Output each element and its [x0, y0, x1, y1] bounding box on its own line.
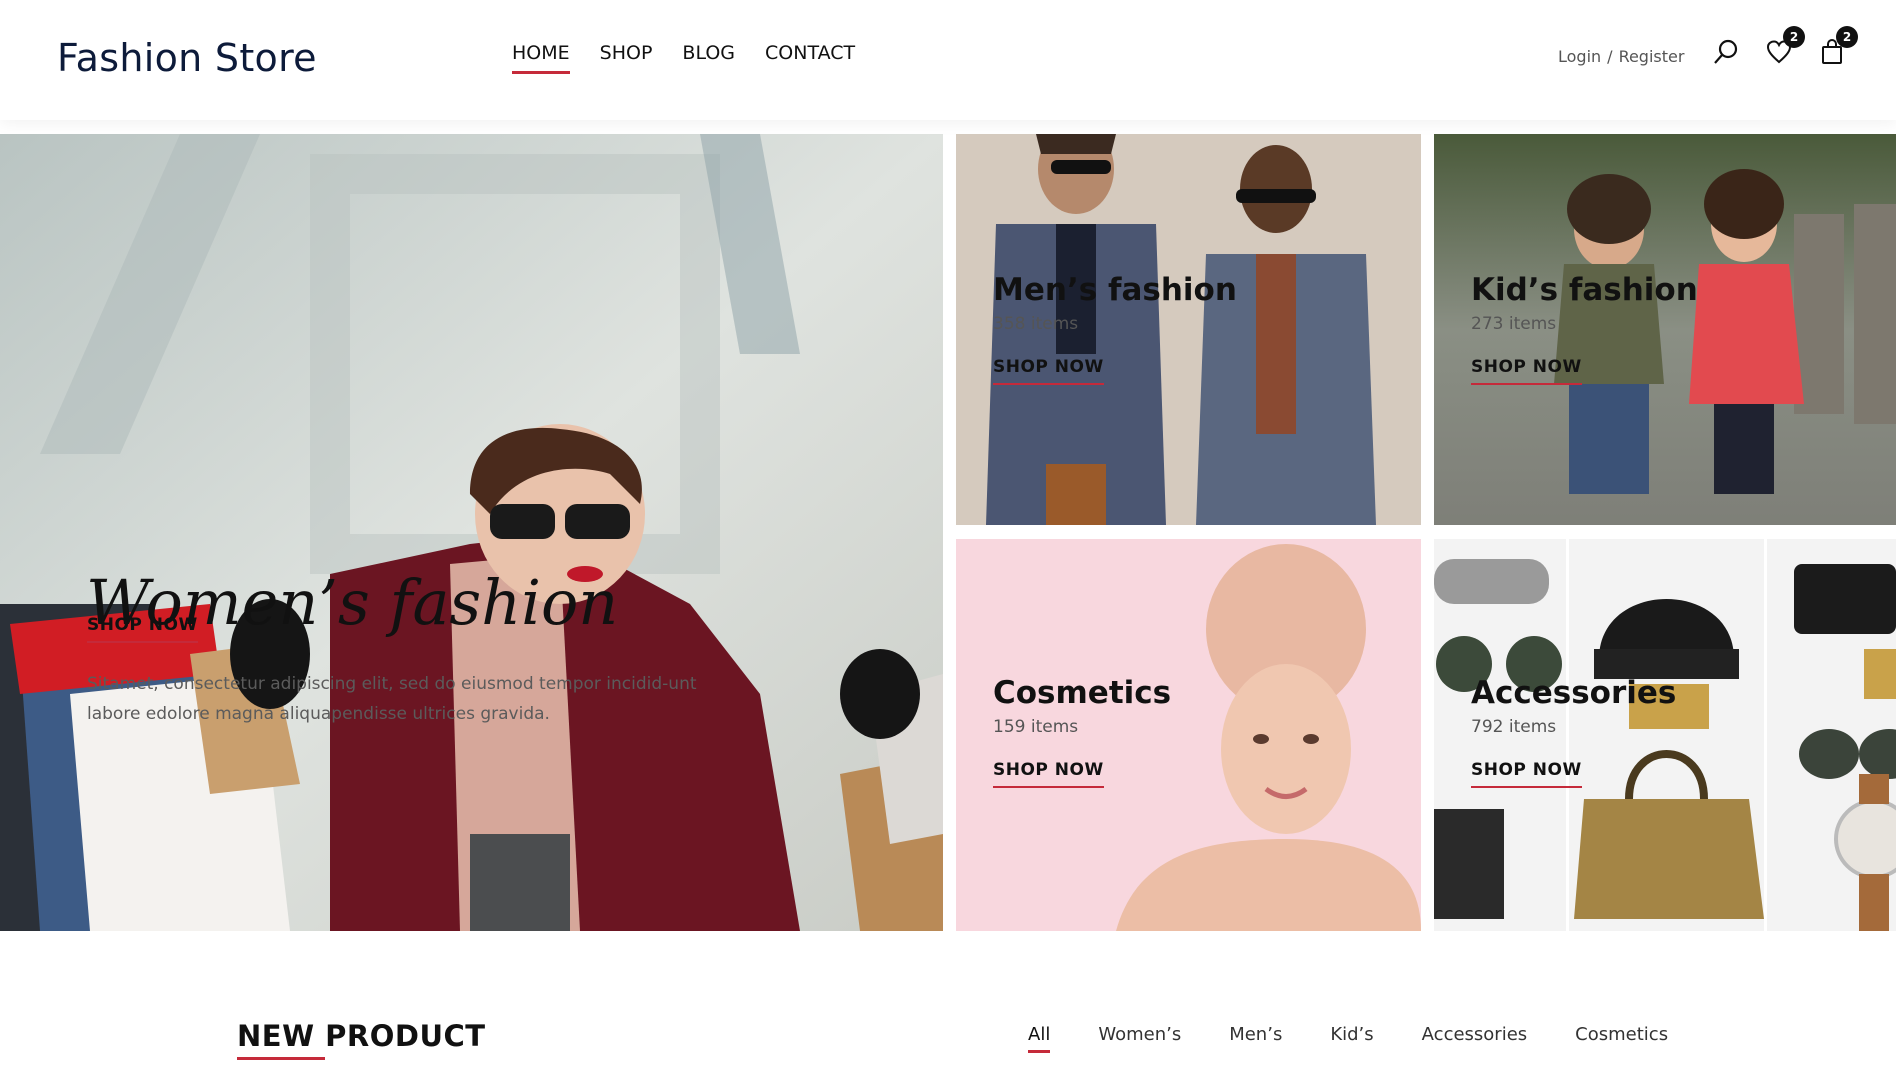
filter-kids[interactable]: Kid’s	[1330, 1024, 1373, 1053]
mens-shop-now-link[interactable]: SHOP NOW	[993, 357, 1104, 385]
banner-kids-fashion: Kid’s fashion 273 items SHOP NOW	[1434, 134, 1896, 525]
filter-cosmetics[interactable]: Cosmetics	[1575, 1024, 1668, 1053]
accessories-item-count: 792 items	[1471, 717, 1557, 737]
banner-accessories: Accessories 792 items SHOP NOW	[1434, 539, 1896, 931]
wishlist-button[interactable]: 2	[1765, 26, 1805, 68]
womens-shop-now-link[interactable]: SHOP NOW	[87, 615, 198, 643]
nav-home[interactable]: HOME	[512, 42, 570, 74]
cosmetics-title: Cosmetics	[993, 675, 1172, 711]
kids-fashion-title: Kid’s fashion	[1471, 272, 1698, 308]
kids-shop-now-link[interactable]: SHOP NOW	[1471, 357, 1582, 385]
banner-womens-fashion: Women’s fashion Sitamet, consectetur adi…	[0, 134, 943, 931]
new-product-heading: NEW PRODUCT	[237, 1019, 486, 1053]
filter-womens[interactable]: Women’s	[1098, 1024, 1181, 1053]
banner-cosmetics: Cosmetics 159 items SHOP NOW	[956, 539, 1421, 931]
login-link[interactable]: Login	[1558, 47, 1601, 66]
site-header: Fashion Store HOME SHOP BLOG CONTACT Log…	[0, 0, 1896, 120]
filter-all[interactable]: All	[1028, 1024, 1051, 1053]
nav-blog[interactable]: BLOG	[682, 42, 735, 74]
cosmetics-shop-now-link[interactable]: SHOP NOW	[993, 760, 1104, 788]
wishlist-count-badge: 2	[1783, 26, 1805, 48]
womens-fashion-description: Sitamet, consectetur adipiscing elit, se…	[87, 674, 697, 724]
kids-item-count: 273 items	[1471, 314, 1557, 334]
mens-fashion-title: Men’s fashion	[993, 272, 1237, 308]
womens-fashion-image	[0, 134, 943, 931]
filter-accessories[interactable]: Accessories	[1422, 1024, 1528, 1053]
nav-shop[interactable]: SHOP	[600, 42, 653, 74]
accessories-shop-now-link[interactable]: SHOP NOW	[1471, 760, 1582, 788]
main-nav: HOME SHOP BLOG CONTACT	[512, 42, 855, 74]
auth-links: Login / Register	[1558, 47, 1684, 66]
product-filter-tabs: All Women’s Men’s Kid’s Accessories Cosm…	[1028, 1024, 1716, 1053]
site-logo[interactable]: Fashion Store	[57, 36, 317, 80]
cosmetics-item-count: 159 items	[993, 717, 1079, 737]
nav-contact[interactable]: CONTACT	[765, 42, 855, 74]
register-link[interactable]: Register	[1619, 47, 1685, 66]
cart-count-badge: 2	[1836, 26, 1858, 48]
auth-separator: /	[1607, 47, 1613, 66]
banner-mens-fashion: Men’s fashion 358 items SHOP NOW	[956, 134, 1421, 525]
new-product-underline	[237, 1057, 325, 1060]
mens-item-count: 358 items	[993, 314, 1079, 334]
cart-button[interactable]: 2	[1818, 26, 1858, 68]
search-icon[interactable]	[1712, 38, 1742, 68]
filter-mens[interactable]: Men’s	[1229, 1024, 1282, 1053]
accessories-title: Accessories	[1471, 675, 1677, 711]
